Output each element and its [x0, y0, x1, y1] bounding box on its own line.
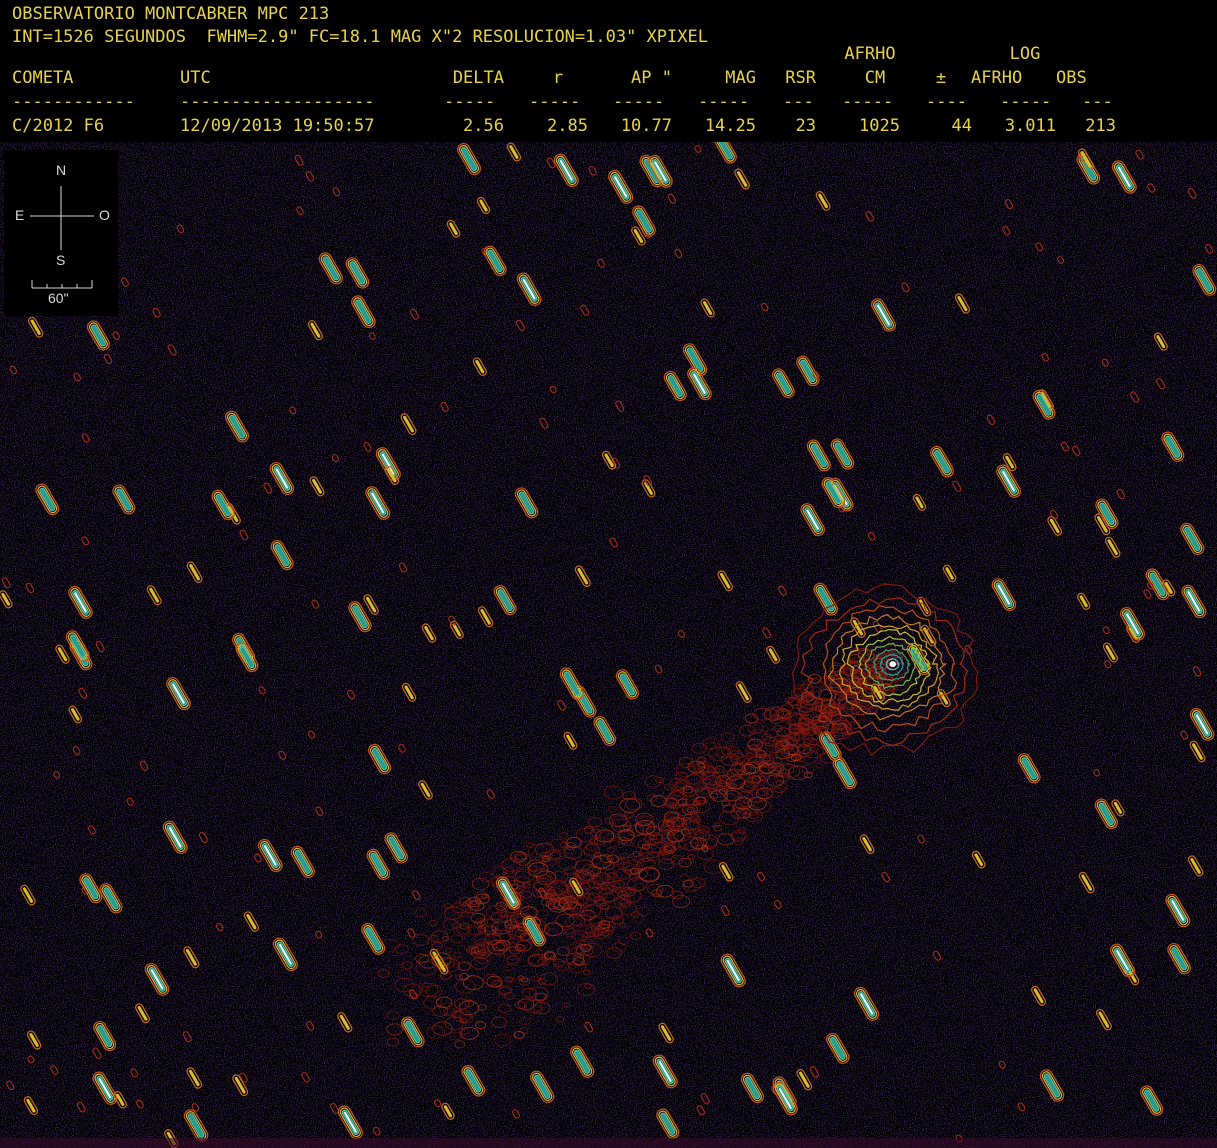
col-mag: MAG	[725, 68, 756, 88]
bottom-edge-band	[0, 1138, 1217, 1148]
compass-north: N	[56, 162, 67, 178]
dash-2: -----	[444, 92, 496, 112]
orientation-compass: N S E O 60"	[4, 150, 118, 316]
col-rsr: RSR	[785, 68, 816, 88]
dash-3: -----	[529, 92, 581, 112]
dash-8: ----	[926, 92, 967, 112]
dash-10: ---	[1082, 92, 1113, 112]
compass-west: O	[99, 207, 110, 223]
row-r: 2.85	[547, 116, 588, 136]
background-noise	[0, 142, 1217, 1148]
dash-6: ---	[783, 92, 814, 112]
row-ap: 10.77	[620, 116, 672, 136]
dash-5: -----	[698, 92, 750, 112]
dash-0: ------------	[12, 92, 135, 112]
col-cm: CM	[864, 68, 886, 88]
row-utc: 12/09/2013 19:50:57	[180, 116, 375, 136]
log-top-label: LOG	[1009, 44, 1041, 64]
row-rsr: 23	[795, 116, 816, 136]
col-delta: DELTA	[452, 68, 504, 88]
dash-9: -----	[1000, 92, 1052, 112]
row-cometa: C/2012 F6	[12, 116, 105, 136]
col-ap: AP "	[631, 68, 672, 88]
col-utc: UTC	[180, 68, 211, 88]
row-pm: 44	[951, 116, 972, 136]
compass-south: S	[56, 252, 66, 268]
exposure-info: INT=1526 SEGUNDOS FWHM=2.9" FC=18.1 MAG …	[12, 27, 708, 47]
dash-4: -----	[613, 92, 665, 112]
dash-7: -----	[842, 92, 894, 112]
comet-isophote-image	[0, 142, 1217, 1148]
dash-1: -------------------	[180, 92, 375, 112]
row-mag: 14.25	[704, 116, 756, 136]
info-header: OBSERVATORIO MONTCABRER MPC 213 INT=1526…	[0, 0, 1217, 142]
col-afrho: AFRHO	[971, 68, 1023, 88]
row-afrho: 3.011	[1004, 116, 1056, 136]
row-obs: 213	[1085, 116, 1116, 136]
scale-label: 60"	[48, 290, 69, 306]
col-cometa: COMETA	[12, 68, 74, 88]
col-obs: OBS	[1056, 68, 1087, 88]
afrho-top-label: AFRHO	[844, 44, 896, 64]
observatory-title: OBSERVATORIO MONTCABRER MPC 213	[12, 4, 330, 24]
row-delta: 2.56	[463, 116, 504, 136]
row-cm: 1025	[859, 116, 900, 136]
col-pm: ±	[935, 68, 947, 88]
compass-east: E	[15, 207, 25, 223]
col-r: r	[552, 68, 564, 88]
